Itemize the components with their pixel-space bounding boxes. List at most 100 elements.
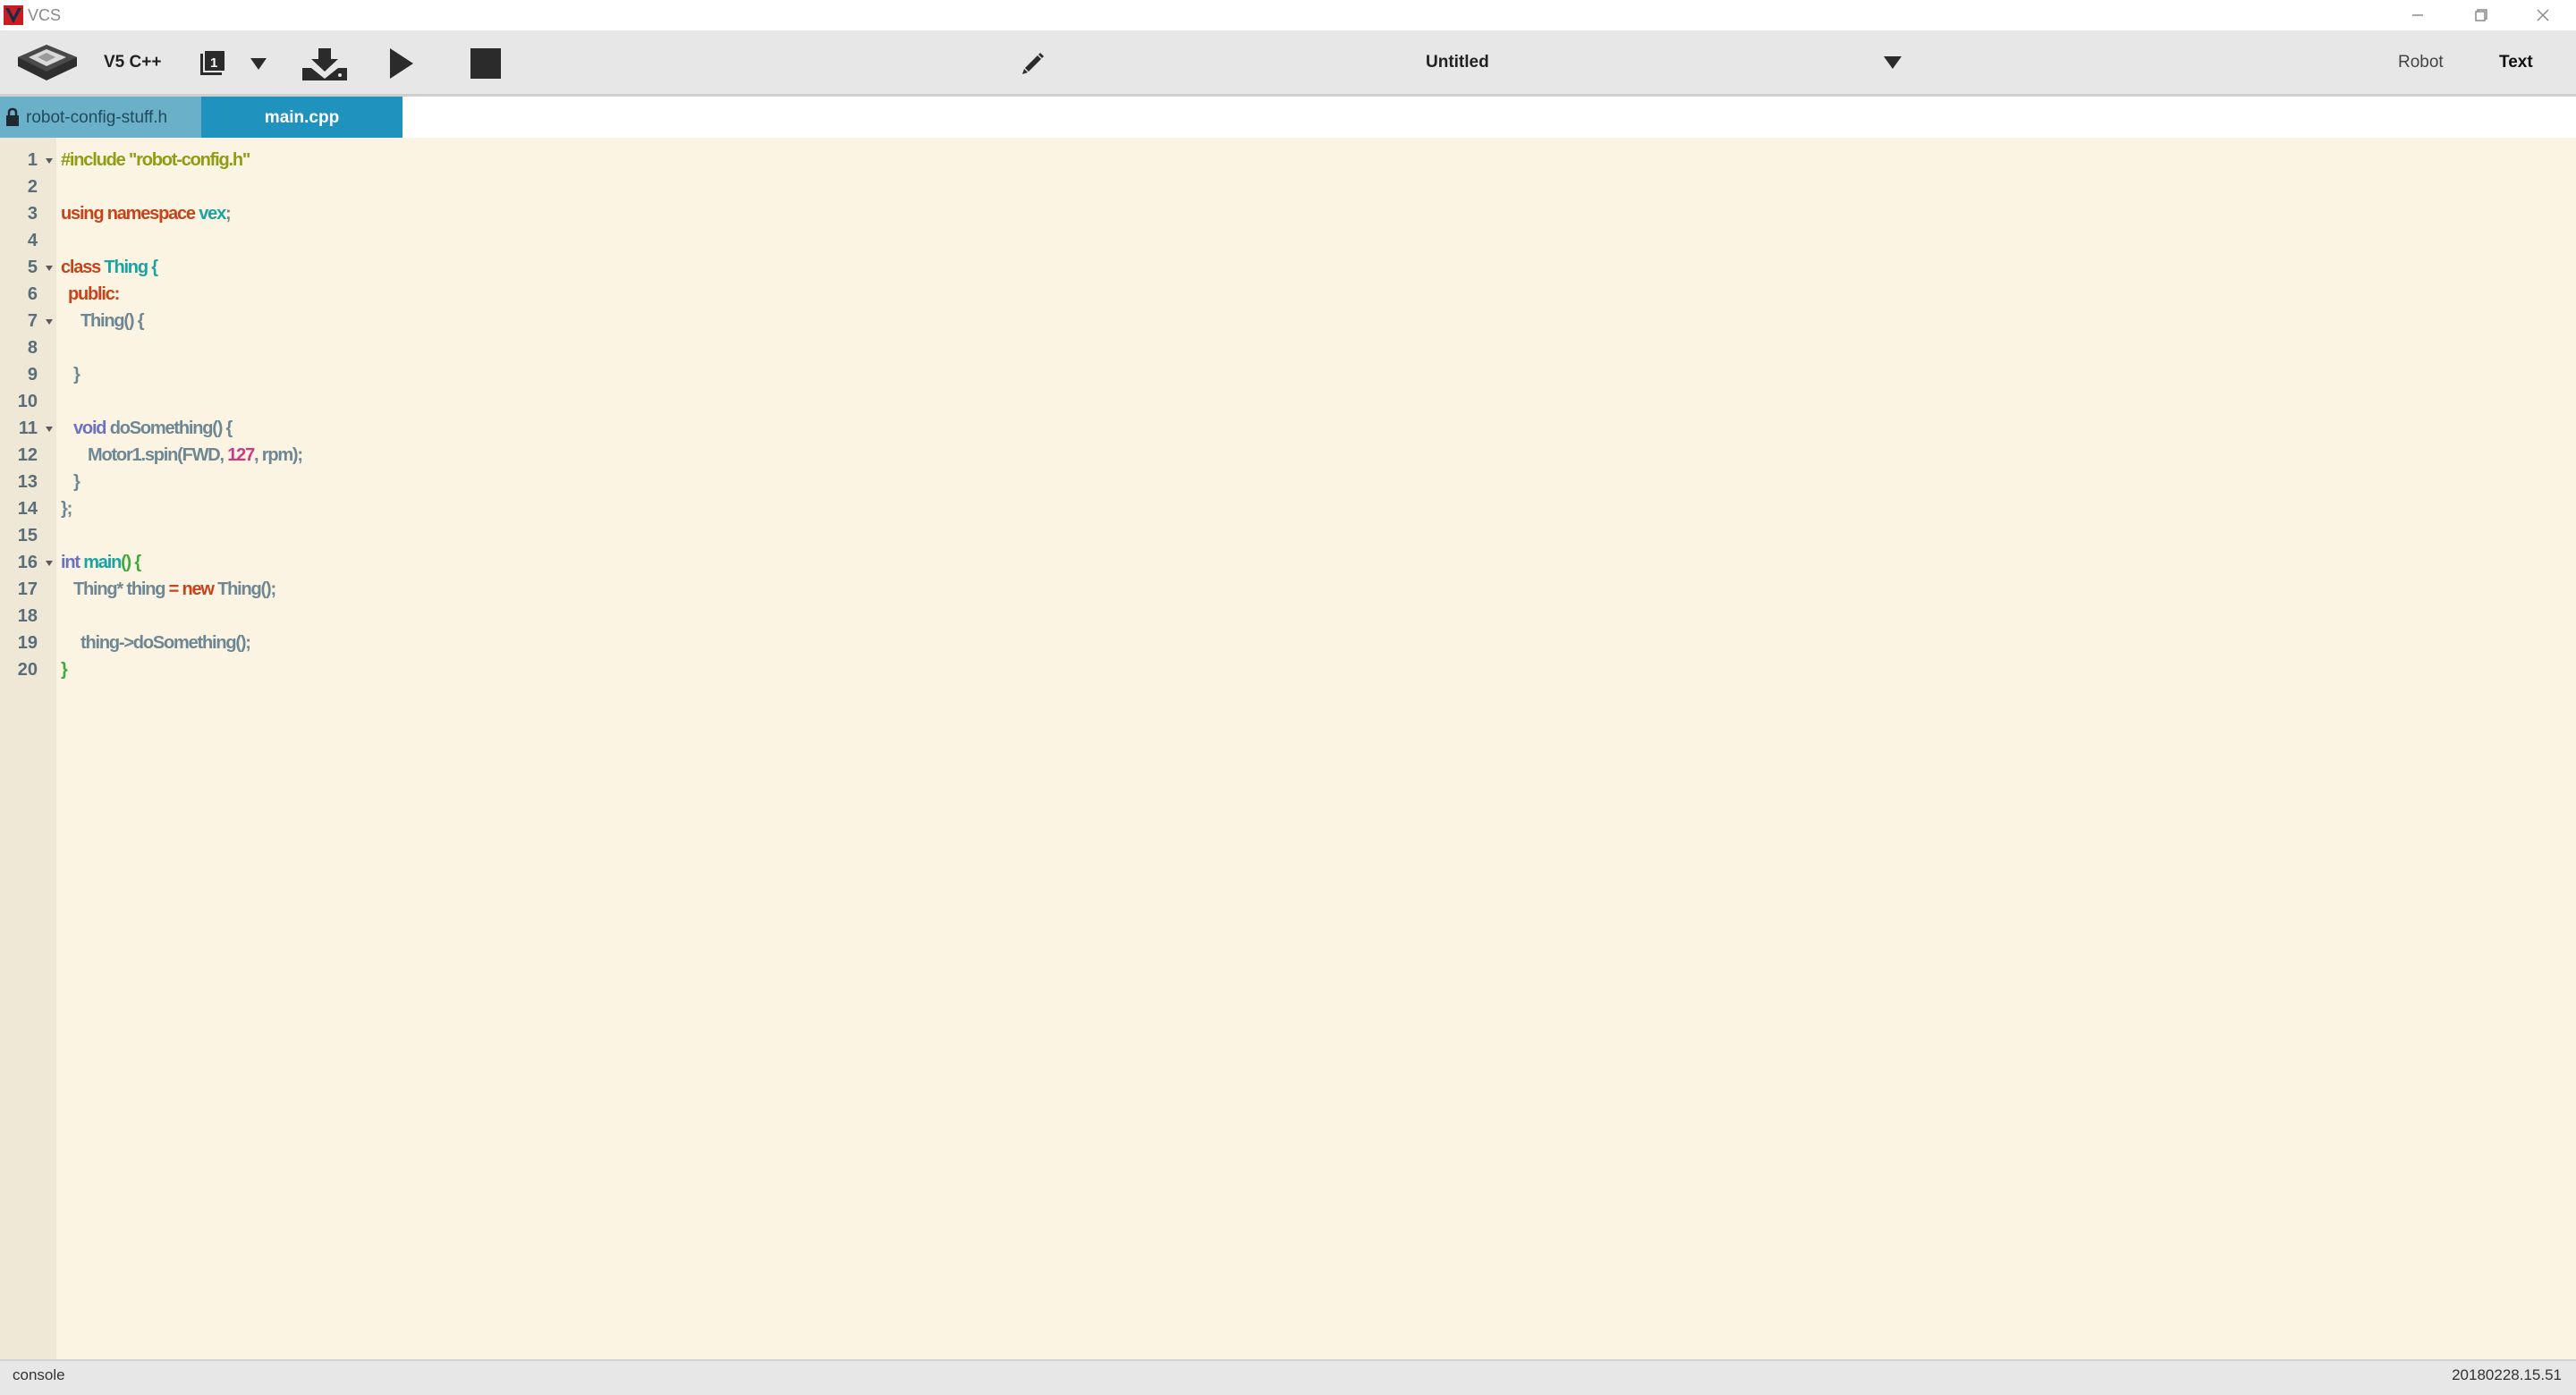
fold-arrow-icon[interactable] [45, 157, 54, 165]
line-number: 20 [17, 660, 38, 680]
restore-icon[interactable] [2465, 5, 2496, 25]
line-number: 12 [17, 445, 38, 465]
code-text: public: [68, 284, 120, 305]
code-text: class Thing { [61, 258, 158, 278]
line-number: 10 [17, 392, 38, 411]
close-icon[interactable] [2528, 5, 2558, 25]
project-dropdown-chevron-icon[interactable] [1882, 54, 1903, 72]
operator-token: = [168, 579, 180, 599]
code-text: Motor1.spin(FWD, 127, rpm); [88, 445, 303, 466]
keyword-token: namespace [106, 204, 196, 224]
code-line[interactable]: 14 }; [0, 495, 2576, 522]
download-icon[interactable] [301, 46, 349, 82]
code-text: Thing() { [80, 311, 145, 331]
code-text: } [73, 365, 80, 385]
line-number: 16 [17, 553, 38, 572]
code-line[interactable]: 3 using namespace vex; [0, 200, 2576, 227]
line-number: 17 [17, 579, 38, 599]
code-line[interactable]: 8 [0, 334, 2576, 361]
code-editor[interactable]: 1 #include "robot-config.h" 2 3 using na… [0, 138, 2576, 1359]
slot-icon[interactable]: 1 [197, 48, 229, 79]
type-token: Thing [104, 258, 148, 277]
title-bar: VCS [0, 0, 2576, 30]
line-number: 13 [17, 472, 38, 492]
line-number: 4 [27, 231, 38, 250]
code-line[interactable]: 15 [0, 522, 2576, 549]
call-token: Thing(); [217, 579, 276, 599]
tab-main-cpp[interactable]: main.cpp [201, 97, 402, 138]
code-text: void doSomething() { [73, 418, 233, 439]
code-text: } [61, 660, 68, 681]
code-line[interactable]: 6 public: [0, 281, 2576, 308]
code-text: int main() { [61, 553, 141, 573]
slot-number: 1 [210, 55, 217, 71]
line-number: 8 [27, 338, 38, 358]
v5-brain-icon[interactable] [11, 38, 82, 88]
punctuation-token: ; [225, 204, 232, 224]
code-line[interactable]: 4 [0, 227, 2576, 254]
code-text: using namespace vex; [61, 204, 232, 224]
code-line[interactable]: 7 Thing() { [0, 308, 2576, 334]
code-line[interactable]: 20 } [0, 656, 2576, 683]
chevron-down-icon[interactable] [249, 55, 268, 72]
code-line[interactable]: 10 [0, 388, 2576, 415]
function-token: main [83, 553, 122, 572]
code-line[interactable]: 9 } [0, 361, 2576, 388]
line-number: 2 [27, 177, 38, 197]
status-bar: console 20180228.15.51 [0, 1359, 2576, 1395]
brace-token: { [151, 258, 158, 277]
fold-arrow-icon[interactable] [45, 265, 54, 272]
tab-label: main.cpp [264, 108, 340, 127]
line-number: 18 [17, 606, 38, 626]
preprocessor-token: #include "robot-config.h" [61, 150, 250, 170]
code-line[interactable]: 5 class Thing { [0, 254, 2576, 281]
number-token: 127 [227, 445, 255, 465]
fold-arrow-icon[interactable] [45, 560, 54, 567]
code-line[interactable]: 11 void doSomething() { [0, 415, 2576, 442]
code-line[interactable]: 2 [0, 173, 2576, 200]
keyword-token: public: [68, 284, 120, 304]
code-text: thing->doSomething(); [80, 633, 251, 653]
stop-icon[interactable] [469, 46, 503, 80]
console-toggle[interactable]: console [13, 1366, 65, 1384]
code-text: }; [61, 499, 72, 519]
fold-arrow-icon[interactable] [45, 426, 54, 433]
code-text: } [73, 472, 80, 492]
line-number: 5 [27, 258, 38, 277]
project-name[interactable]: Untitled [1426, 53, 1489, 72]
language-label[interactable]: V5 C++ [104, 53, 161, 72]
code-line[interactable]: 1 #include "robot-config.h" [0, 147, 2576, 173]
code-line[interactable]: 12 Motor1.spin(FWD, 127, rpm); [0, 442, 2576, 469]
mode-text-button[interactable]: Text [2499, 53, 2533, 72]
tab-robot-config-stuff[interactable]: robot-config-stuff.h [0, 97, 201, 138]
call-token: Motor1.spin(FWD, [88, 445, 228, 465]
keyword-token: int [61, 553, 80, 572]
line-number: 19 [17, 633, 38, 653]
line-number: 6 [27, 284, 38, 304]
code-line[interactable]: 13 } [0, 469, 2576, 495]
code-line[interactable]: 19 thing->doSomething(); [0, 630, 2576, 656]
line-number: 3 [27, 204, 38, 224]
line-number: 9 [27, 365, 38, 385]
minimize-icon[interactable] [2402, 5, 2433, 25]
brace-token: } [61, 660, 68, 680]
line-number: 14 [17, 499, 38, 519]
code-line[interactable]: 17 Thing* thing = new Thing(); [0, 576, 2576, 603]
code-line[interactable]: 18 [0, 603, 2576, 630]
line-number: 7 [27, 311, 38, 331]
pencil-icon[interactable] [1020, 50, 1046, 77]
function-token: doSomething() { [109, 418, 233, 438]
vcs-app-window: VCS V5 C++ 1 Untitled Robot Text robot-c… [0, 0, 2576, 1395]
file-tabs: robot-config-stuff.h main.cpp [0, 97, 2576, 138]
lock-icon [6, 107, 19, 126]
line-number: 15 [17, 526, 38, 545]
code-line[interactable]: 16 int main() { [0, 549, 2576, 576]
keyword-token: void [73, 418, 107, 438]
fold-arrow-icon[interactable] [45, 318, 54, 326]
code-text: Thing* thing = new Thing(); [73, 579, 276, 600]
code-text: #include "robot-config.h" [61, 150, 250, 171]
mode-robot-button[interactable]: Robot [2398, 53, 2444, 72]
play-icon[interactable] [386, 46, 417, 80]
line-number: 1 [27, 150, 38, 170]
line-number: 11 [18, 418, 38, 438]
